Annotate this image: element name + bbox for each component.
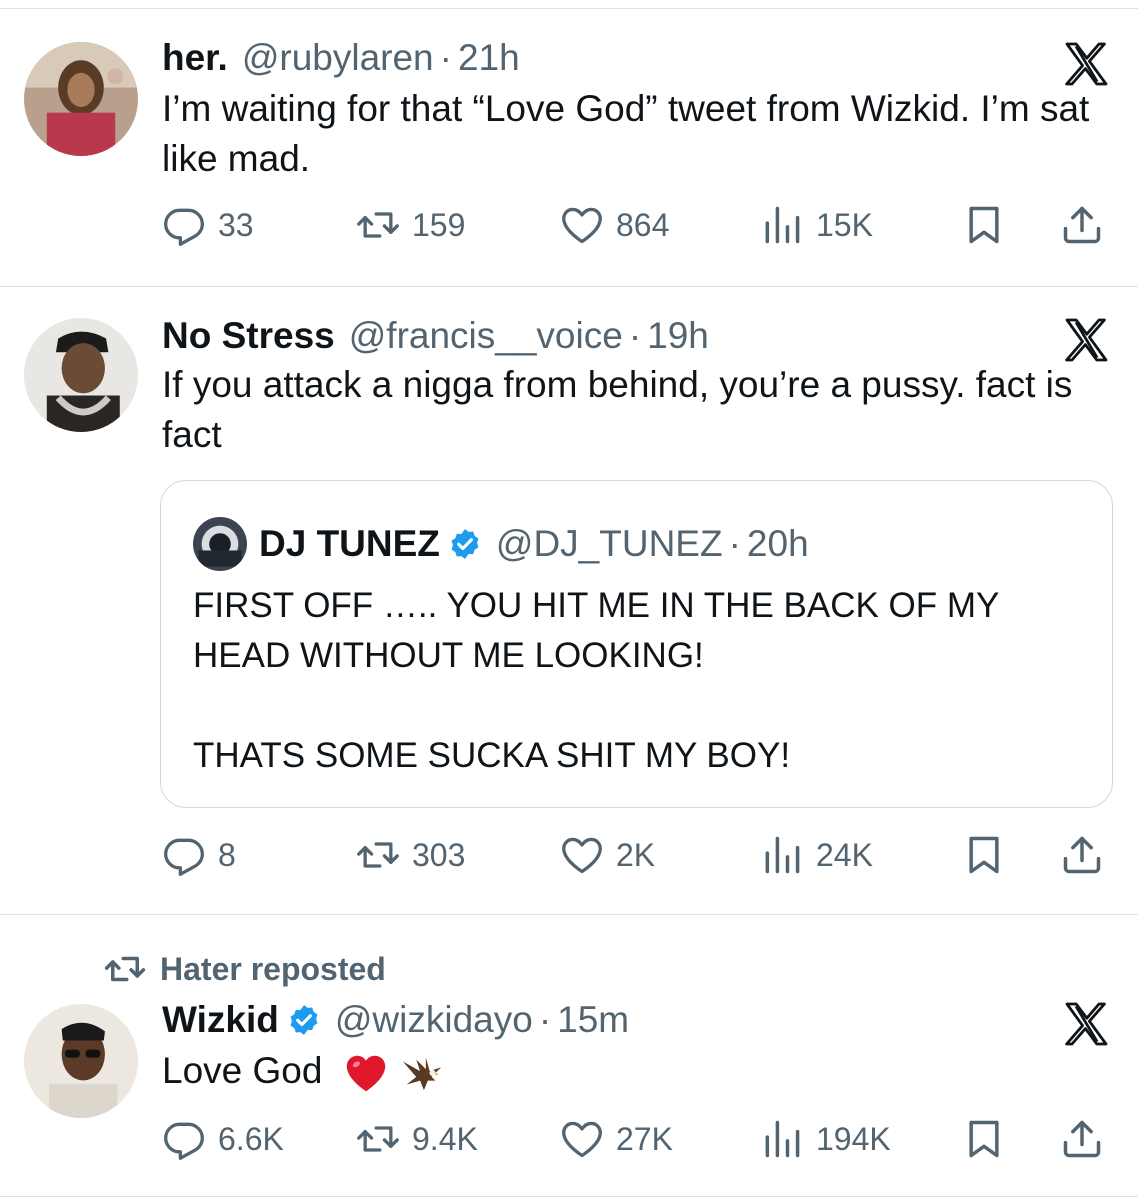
repost-button[interactable]: 9.4K [356, 1114, 478, 1164]
author-handle[interactable]: @francis__voice [349, 314, 623, 358]
bookmark-button[interactable] [962, 1114, 1006, 1164]
avatar-dj-tunez [193, 517, 247, 571]
repost-icon [357, 842, 399, 868]
views-count: 15K [816, 206, 873, 243]
repost-icon [357, 212, 399, 238]
divider [0, 286, 1138, 287]
views-button[interactable]: 194K [760, 1114, 891, 1164]
author-handle[interactable]: @rubylaren [242, 36, 434, 80]
tweet-text: I’m waiting for that “Love God” tweet fr… [162, 88, 1090, 179]
eagle-emoji-icon [402, 1057, 442, 1091]
author-name[interactable]: her. [162, 36, 228, 80]
views-button[interactable]: 24K [760, 830, 873, 880]
repost-label: Hater reposted [160, 950, 386, 987]
divider [0, 914, 1138, 915]
red-heart-emoji-icon [346, 1055, 385, 1092]
like-icon [562, 207, 602, 244]
like-button[interactable]: 27K [560, 1114, 673, 1164]
tweet-header: Wizkid @wizkidayo · 15m [162, 998, 629, 1042]
bookmark-button[interactable] [962, 830, 1006, 880]
avatar-rubylaren[interactable] [24, 42, 138, 156]
author-name[interactable]: No Stress [162, 314, 335, 358]
tweet-text-content: Love God [162, 1050, 323, 1091]
share-icon [1063, 836, 1101, 874]
author-handle[interactable]: @wizkidayo [335, 998, 533, 1042]
verified-badge-icon [290, 1005, 318, 1035]
share-button[interactable] [1060, 200, 1104, 250]
repost-context[interactable]: Hater reposted [104, 948, 386, 990]
tweet-header: her. @rubylaren · 21h [162, 36, 520, 80]
repost-icon [357, 1126, 399, 1152]
bookmark-icon [969, 206, 999, 244]
quote-header: DJ TUNEZ @DJ_TUNEZ · 20h [193, 517, 809, 571]
views-button[interactable]: 15K [760, 200, 873, 250]
bookmark-icon [969, 836, 999, 874]
reply-count: 33 [218, 206, 254, 243]
tweet-actions: 6.6K 9.4K 27K 194K [162, 1114, 1112, 1164]
reply-count: 6.6K [218, 1120, 284, 1157]
share-icon [1063, 206, 1101, 244]
author-name[interactable]: Wizkid [162, 998, 279, 1042]
tweet-text: Love God [162, 1046, 1112, 1096]
views-icon [765, 1120, 800, 1158]
reply-icon [164, 208, 204, 246]
reply-button[interactable]: 33 [162, 200, 254, 250]
repost-icon [104, 956, 146, 982]
tweet-text: If you attack a nigga from behind, you’r… [162, 364, 1073, 455]
quote-author-name: DJ TUNEZ [259, 523, 440, 564]
tweet-actions: 8 303 2K 24K [162, 830, 1112, 880]
repost-count: 9.4K [412, 1120, 478, 1157]
timestamp[interactable]: 19h [647, 314, 709, 358]
like-icon [562, 1121, 602, 1158]
x-logo-icon [1065, 42, 1108, 86]
separator: · [538, 999, 552, 1040]
timestamp[interactable]: 15m [557, 998, 629, 1042]
separator: · [728, 523, 741, 564]
reply-icon [164, 838, 204, 876]
repost-button[interactable]: 303 [356, 830, 465, 880]
quote-author-handle: @DJ_TUNEZ [495, 523, 723, 564]
like-count: 27K [616, 1120, 673, 1157]
quote-text-line-2: THATS SOME SUCKA SHIT MY BOY! [193, 736, 791, 775]
repost-button[interactable]: 159 [356, 200, 465, 250]
repost-count: 159 [412, 206, 466, 243]
quote-text-line-1: FIRST OFF ….. YOU HIT ME IN THE BACK OF … [193, 586, 999, 675]
like-button[interactable]: 864 [560, 200, 669, 250]
x-logo-icon [1065, 318, 1108, 362]
verified-badge-icon [451, 529, 479, 559]
quote-timestamp: 20h [746, 523, 809, 564]
bookmark-button[interactable] [962, 200, 1006, 250]
separator: · [439, 37, 452, 78]
x-logo-icon [1065, 1002, 1108, 1046]
share-button[interactable] [1060, 830, 1104, 880]
divider-bottom [0, 1196, 1138, 1197]
quote-text: FIRST OFF ….. YOU HIT ME IN THE BACK OF … [193, 581, 1093, 781]
repost-count: 303 [412, 836, 466, 873]
reply-button[interactable]: 6.6K [162, 1114, 284, 1164]
share-button[interactable] [1060, 1114, 1104, 1164]
like-button[interactable]: 2K [560, 830, 655, 880]
tweet-actions: 33 159 864 15K [162, 200, 1112, 250]
like-icon [562, 837, 602, 874]
timestamp[interactable]: 21h [458, 36, 520, 80]
share-icon [1063, 1120, 1101, 1158]
reply-icon [164, 1122, 204, 1160]
avatar-francis-voice[interactable] [24, 318, 138, 432]
reply-button[interactable]: 8 [162, 830, 236, 880]
divider-top [0, 8, 1138, 9]
like-count: 864 [616, 206, 670, 243]
avatar-wizkidayo[interactable] [24, 1004, 138, 1118]
views-icon [765, 206, 800, 244]
views-count: 194K [816, 1120, 891, 1157]
bookmark-icon [969, 1120, 999, 1158]
tweet-header: No Stress @francis__voice · 19h [162, 314, 709, 358]
views-icon [765, 836, 800, 874]
quoted-tweet[interactable]: DJ TUNEZ @DJ_TUNEZ · 20h FIRST OFF ….. Y… [160, 480, 1113, 808]
views-count: 24K [816, 836, 873, 873]
separator: · [628, 315, 642, 356]
like-count: 2K [616, 836, 656, 873]
reply-count: 8 [218, 836, 236, 873]
